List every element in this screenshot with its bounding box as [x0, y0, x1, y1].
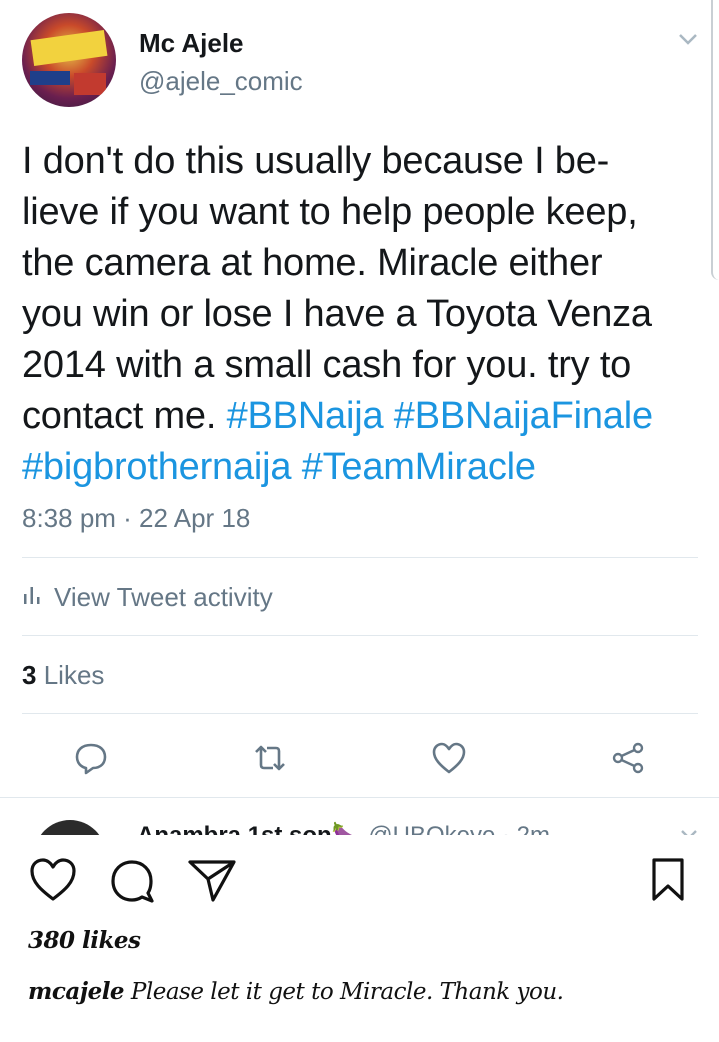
share-icon[interactable] [608, 738, 648, 778]
section-divider [0, 797, 719, 798]
heart-icon[interactable] [28, 857, 78, 903]
likes-count[interactable]: 380 likes [28, 927, 141, 954]
likes-summary[interactable]: 3 Likes [22, 660, 104, 691]
hashtag-link[interactable]: #TeamMiracle [302, 446, 536, 488]
tweet-timestamp: 8:38 pm · 22 Apr 18 [22, 503, 251, 533]
reply-author-handle: @UBOkeye · 2m [368, 822, 550, 835]
caption-username[interactable]: mcajele [28, 978, 125, 1005]
hashtag-link[interactable]: #bigbrothernaija [22, 446, 292, 488]
tweet-text-fragment: contact me. [22, 395, 217, 437]
tweet-text-line: 2014 with a small cash for you. try to [22, 344, 632, 386]
reply-preview[interactable]: Anambra 1st son🍆 @UBOkeye · 2m [0, 806, 719, 835]
reply-header: Anambra 1st son🍆 @UBOkeye · 2m [137, 821, 550, 835]
divider [22, 713, 698, 714]
author-name[interactable]: Mc Ajele [139, 28, 244, 59]
reply-icon[interactable] [71, 738, 111, 778]
chevron-down-icon[interactable] [680, 828, 698, 835]
send-icon[interactable] [186, 857, 238, 903]
tweet-text-line: you win or lose I have a Toyota Venza [22, 293, 652, 335]
divider [22, 557, 698, 558]
post-caption: mcajele Please let it get to Miracle. Th… [28, 978, 564, 1005]
activity-label: View Tweet activity [54, 582, 273, 612]
like-icon[interactable] [429, 738, 469, 778]
view-tweet-activity-link[interactable]: View Tweet activity [22, 582, 273, 613]
tweet-action-bar [0, 738, 719, 778]
author-avatar[interactable] [22, 13, 116, 107]
tweet-text-line: contact me. #BBNaija #BBNaijaFinale [22, 391, 712, 442]
tweet-screenshot: Mc Ajele @ajele_comic I don't do this us… [0, 0, 719, 835]
scroll-edge [711, 0, 719, 280]
hashtag-link[interactable]: #BBNaija [227, 395, 384, 437]
likes-label: Likes [43, 660, 105, 690]
reply-author-name[interactable]: Anambra 1st son🍆 [137, 822, 362, 835]
tweet-text-line: lieve if you want to help people keep, [22, 191, 638, 233]
comment-icon[interactable] [108, 857, 158, 903]
tweet-text-line: I don't do this usually because I be- [22, 140, 610, 182]
chevron-down-icon[interactable] [678, 32, 698, 46]
tweet-text-line: #bigbrothernaija #TeamMiracle [22, 442, 712, 493]
tweet-text: I don't do this usually because I be- li… [22, 136, 712, 493]
likes-count: 3 [22, 660, 37, 690]
analytics-icon [22, 582, 54, 613]
caption-text: Please let it get to Miracle. Thank you. [130, 979, 564, 1005]
divider [22, 635, 698, 636]
author-handle[interactable]: @ajele_comic [139, 66, 303, 97]
tweet-text-line: the camera at home. Miracle either [22, 242, 603, 284]
bookmark-icon[interactable] [648, 857, 688, 903]
retweet-icon[interactable] [250, 738, 290, 778]
reply-avatar[interactable] [34, 820, 106, 835]
hashtag-link[interactable]: #BBNaijaFinale [394, 395, 653, 437]
